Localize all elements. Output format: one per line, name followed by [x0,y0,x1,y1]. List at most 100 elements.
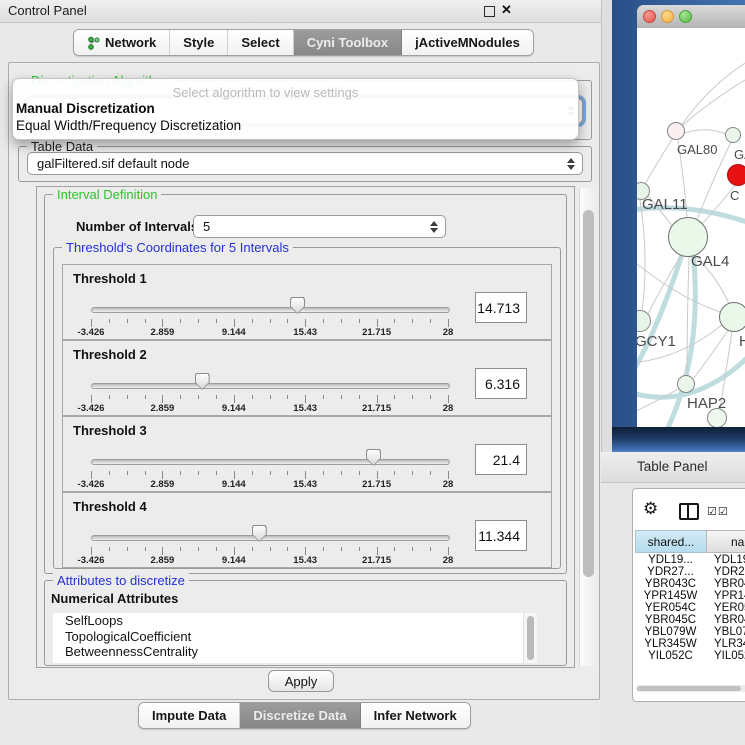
table-row[interactable]: YDR27...YDR27... [635,566,745,578]
cell-name[interactable]: YDL19... [706,554,745,566]
table-row[interactable]: YER054CYER054C [635,602,745,614]
numerical-attributes-list[interactable]: SelfLoopsTopologicalCoefficientBetweenne… [53,613,537,663]
cell-name[interactable]: YBL079W [706,626,745,638]
slider-track[interactable] [91,535,450,541]
slider-track[interactable] [91,307,450,313]
table-row[interactable]: YBR045CYBR045C [635,614,745,626]
panel-scrollbar[interactable] [579,188,597,666]
threshold-value-field[interactable]: 11.344 [475,520,527,551]
tab-select[interactable]: Select [228,30,293,55]
slider-tick [91,471,92,479]
slider-tick [109,547,110,551]
table-row[interactable]: YBR043CYBR043C [635,578,745,590]
slider-tick-label: 2.859 [139,479,185,490]
network-node-gal[interactable] [725,127,741,143]
split-table-icon[interactable] [679,503,699,520]
minimize-traffic-light[interactable] [661,10,674,23]
column-header-shared-name[interactable]: shared... [635,530,707,553]
dropdown-option-equal-width-frequency[interactable]: Equal Width/Frequency Discretization [16,118,241,133]
horizontal-scrollbar-thumb[interactable] [637,686,741,691]
node-label-gal4: GAL4 [691,253,729,270]
bottom-tab-discretize-data[interactable]: Discretize Data [240,703,360,728]
table-row[interactable]: YPR145WYPR145W [635,590,745,602]
table-row[interactable]: YLR345WYLR345W [635,638,745,650]
tab-network[interactable]: Network [74,30,170,55]
tab-style[interactable]: Style [170,30,228,55]
attribute-item-topologicalcoefficient[interactable]: TopologicalCoefficient [53,629,537,645]
tab-cyni-toolbox[interactable]: Cyni Toolbox [294,30,402,55]
attribute-item-betweennesscentrality[interactable]: BetweennessCentrality [53,644,537,660]
slider-tick [430,471,431,475]
slider-tick [412,319,413,323]
slider-tick [359,395,360,399]
cell-shared-name[interactable]: YER054C [635,602,706,614]
network-node-gal4[interactable] [668,217,708,257]
apply-button[interactable]: Apply [268,670,334,692]
close-traffic-light[interactable] [643,10,656,23]
cell-name[interactable]: YPR145W [706,590,745,602]
cell-shared-name[interactable]: YPR145W [635,590,706,602]
slider-tick-label: 28 [425,403,471,414]
network-window-titlebar[interactable] [637,5,745,29]
table-rows[interactable]: YDL19...YDL19...YDR27...YDR27...YBR043CY… [635,554,745,660]
cell-name[interactable]: YIL052C [706,650,745,660]
tab-jactivemnodules[interactable]: jActiveMNodules [402,30,533,55]
horizontal-scrollbar[interactable] [636,685,745,692]
gear-icon[interactable]: ⚙ [643,499,658,519]
network-canvas[interactable]: GAL80GALCGAL11GAL4GCY1HHAP2 [637,28,745,427]
cell-name[interactable]: YER054C [706,602,745,614]
slider-tick [216,471,217,475]
node-table-card: ⚙ ☑☑ shared... name YDL19...YDL19...YDR2… [632,488,745,702]
table-data-combobox[interactable]: galFiltered.sif default node [27,152,583,175]
cell-shared-name[interactable]: YDL19... [635,554,706,566]
cell-name[interactable]: YBR043C [706,578,745,590]
table-row[interactable]: YDL19...YDL19... [635,554,745,566]
slider-tick [198,319,199,323]
cell-name[interactable]: YBR045C [706,614,745,626]
slider-tick [109,395,110,399]
dropdown-option-manual-discretization[interactable]: Manual Discretization [16,101,155,116]
slider-tick-label: 21.715 [354,479,400,490]
cell-shared-name[interactable]: YBR045C [635,614,706,626]
table-row[interactable]: YBL079WYBL079W [635,626,745,638]
cell-name[interactable]: YDR27... [706,566,745,578]
slider-track[interactable] [91,383,450,389]
list-scrollbar[interactable] [523,613,537,663]
float-window-icon[interactable] [484,6,495,17]
slider-tick [341,395,342,399]
close-icon[interactable]: ✕ [501,2,512,18]
threshold-value-field[interactable]: 14.713 [475,292,527,323]
threshold-value-field[interactable]: 6.316 [475,368,527,399]
network-node[interactable] [707,408,727,427]
cell-shared-name[interactable]: YLR345W [635,638,706,650]
slider-tick-label: 9.144 [211,327,257,338]
network-node-gal80[interactable] [667,122,685,140]
cell-shared-name[interactable]: YDR27... [635,566,706,578]
slider-tick [91,547,92,555]
slider-tick [127,471,128,475]
attribute-item-selfloops[interactable]: SelfLoops [53,613,537,629]
cell-shared-name[interactable]: YIL052C [635,650,706,660]
list-scrollbar-thumb[interactable] [527,616,534,660]
slider-track[interactable] [91,459,450,465]
slider-tick [270,471,271,475]
cell-shared-name[interactable]: YBL079W [635,626,706,638]
network-node-hap2[interactable] [677,375,695,393]
number-of-intervals-combobox[interactable]: 5 [193,215,446,238]
slider-tick [234,471,235,479]
panel-scrollbar-thumb[interactable] [583,210,594,577]
zoom-traffic-light[interactable] [679,10,692,23]
network-node-c[interactable] [727,164,745,186]
bottom-tab-infer-network[interactable]: Infer Network [361,703,470,728]
select-columns-icon[interactable]: ☑☑ [707,505,729,518]
bottom-tab-impute-data[interactable]: Impute Data [139,703,240,728]
threshold-value-field[interactable]: 21.4 [475,444,527,475]
tab-label: Network [105,35,156,50]
numerical-attributes-label: Numerical Attributes [51,591,178,606]
network-node-h[interactable] [719,302,745,332]
cell-shared-name[interactable]: YBR043C [635,578,706,590]
slider-tick [180,471,181,475]
table-row[interactable]: YIL052CYIL052C [635,650,745,660]
cell-name[interactable]: YLR345W [706,638,745,650]
column-header-name[interactable]: name [706,530,745,553]
